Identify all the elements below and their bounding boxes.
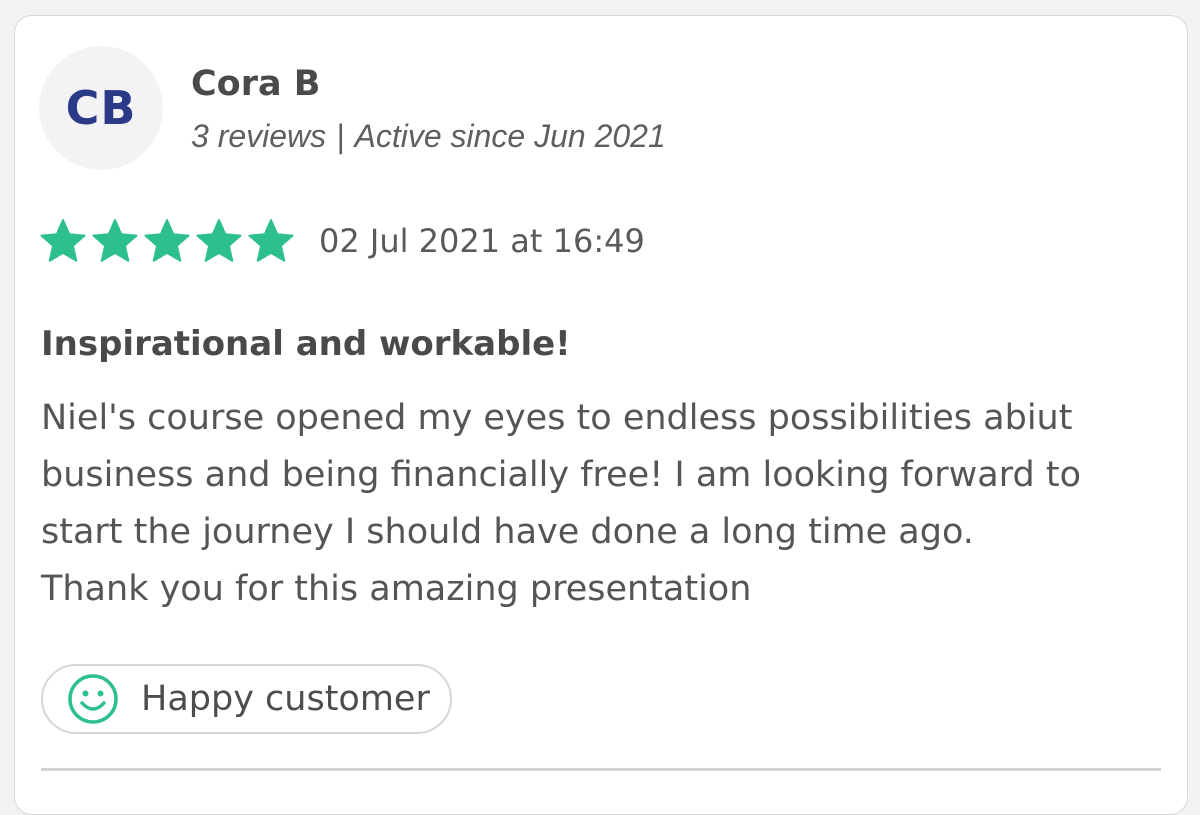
smiley-icon (68, 674, 118, 724)
star-icon (196, 219, 242, 262)
review-card: CB Cora B 3 reviews | Active since Jun 202… (14, 15, 1188, 815)
reviewer-meta: 3 reviews | Active since Jun 2021 (191, 118, 666, 155)
review-title: Inspirational and workable! (41, 324, 571, 364)
badge-label: Happy customer (141, 679, 430, 719)
star-rating (39, 217, 295, 265)
happy-customer-badge: Happy customer (41, 664, 452, 734)
star-icon (248, 219, 294, 262)
review-body-line: Thank you for this amazing presentation (41, 569, 752, 609)
avatar: CB (39, 46, 163, 170)
review-body-line: Niel's course opened my eyes to endless … (41, 398, 1073, 438)
review-count: 3 reviews (191, 118, 327, 154)
review-body-line: start the journey I should have done a l… (41, 512, 974, 552)
review-date: 02 Jul 2021 at 16:49 (319, 222, 645, 260)
star-icon (144, 219, 190, 262)
meta-separator: | (336, 118, 345, 154)
review-body: Niel's course opened my eyes to endless … (41, 390, 1151, 618)
avatar-initials: CB (65, 81, 137, 135)
reviewer-name[interactable]: Cora B (191, 64, 320, 104)
rating-row: 02 Jul 2021 at 16:49 (39, 216, 645, 266)
divider (41, 768, 1161, 771)
star-icon (92, 219, 138, 262)
review-body-line: business and being financially free! I a… (41, 455, 1082, 495)
active-since: Active since Jun 2021 (354, 118, 666, 154)
star-icon (40, 219, 86, 262)
